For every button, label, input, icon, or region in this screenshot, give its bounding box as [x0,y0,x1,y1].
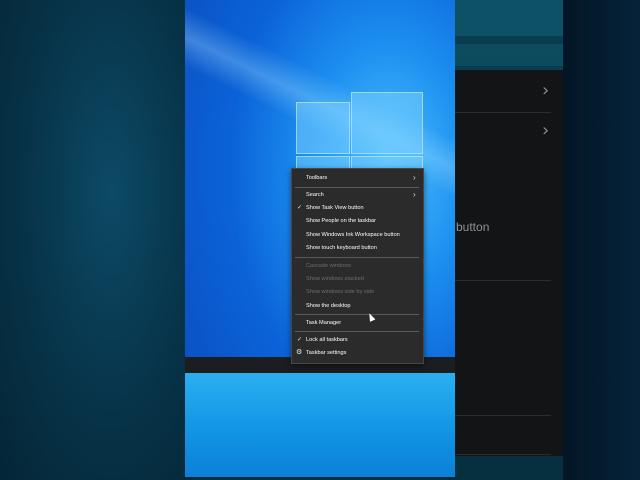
blurred-settings-panel: › › [455,70,563,456]
menu-item-label: Show windows side by side [306,289,375,295]
divider [455,454,551,455]
chevron-right-icon: › [413,173,416,182]
menu-item-toolbars[interactable]: Toolbars › [292,172,423,184]
chevron-right-icon: › [542,80,550,101]
menu-item-label: Show Windows Ink Workspace button [306,232,400,238]
gear-icon: ⚙ [296,349,303,356]
chevron-right-icon: › [413,190,416,199]
menu-separator [295,187,419,188]
chevron-right-icon: › [542,120,550,141]
divider [455,415,551,416]
menu-item-show-the-desktop[interactable]: Show the desktop [292,300,423,312]
windows-logo-pane [351,92,423,154]
blurred-edge [563,0,640,480]
checkmark-icon: ✓ [297,205,303,211]
menu-item-label: Show Task View button [306,205,364,211]
blurred-label: button [456,220,490,234]
menu-item-label: Taskbar settings [306,350,347,356]
menu-separator [295,331,419,332]
menu-item-label: Show People on the taskbar [306,218,376,224]
menu-item-label: Task Manager [306,320,342,326]
menu-item-label: Cascade windows [306,263,352,269]
menu-item-show-windows-stacked: Show windows stacked [292,273,423,285]
menu-separator [295,257,419,258]
menu-item-label: Show touch keyboard button [306,245,377,251]
blurred-header [455,0,563,36]
menu-item-show-people[interactable]: Show People on the taskbar [292,215,423,227]
windows-logo-pane [296,102,350,154]
menu-item-show-windows-side-by-side: Show windows side by side [292,286,423,298]
desktop-wallpaper-lower [185,373,455,480]
menu-item-show-touch-keyboard[interactable]: Show touch keyboard button [292,242,423,254]
menu-item-label: Show windows stacked [306,276,364,282]
taskbar-context-menu: Toolbars › Search › ✓ Show Task View but… [291,168,424,364]
menu-item-search[interactable]: Search › [292,189,423,201]
menu-separator [295,314,419,315]
checkmark-icon: ✓ [297,337,303,343]
menu-item-label: Search [306,192,324,198]
divider [455,112,551,113]
menu-item-cascade-windows: Cascade windows [292,260,423,272]
blurred-background-left [0,0,185,480]
blurred-bar [455,44,563,66]
menu-item-label: Lock all taskbars [306,337,348,343]
menu-item-label: Show the desktop [306,303,351,309]
menu-item-taskbar-settings[interactable]: ⚙ Taskbar settings [292,347,423,359]
menu-item-lock-all-taskbars[interactable]: ✓ Lock all taskbars [292,334,423,346]
menu-item-label: Toolbars [306,175,328,181]
menu-item-show-task-view-button[interactable]: ✓ Show Task View button [292,202,423,214]
menu-item-task-manager[interactable]: Task Manager [292,317,423,329]
divider [455,280,551,281]
menu-item-show-ink-workspace[interactable]: Show Windows Ink Workspace button [292,229,423,241]
blurred-background-right: › › button [455,0,640,480]
